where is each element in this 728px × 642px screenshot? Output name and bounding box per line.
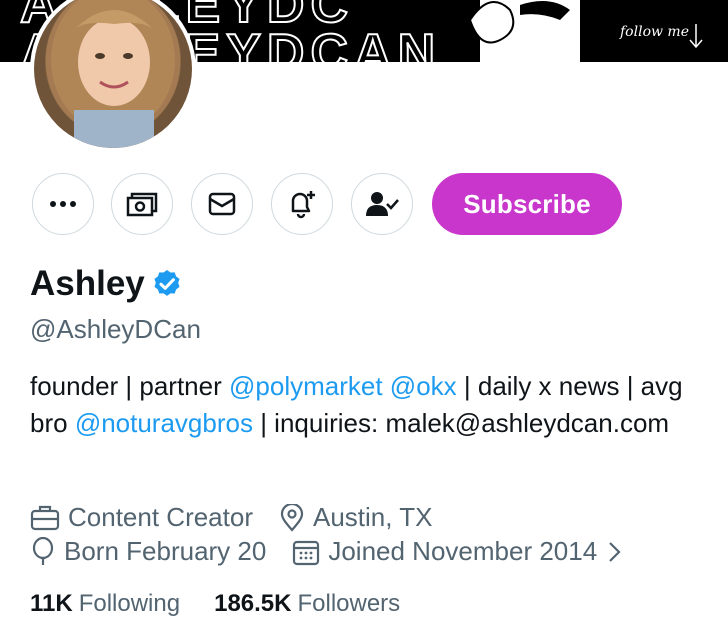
tip-button[interactable] — [111, 173, 173, 235]
followers-count: 186.5K — [214, 590, 292, 617]
meta-location: Austin, TX — [279, 502, 432, 533]
person-check-icon — [366, 192, 399, 216]
mention-link[interactable]: @polymarket — [229, 371, 383, 401]
location-pin-icon — [280, 503, 304, 532]
chevron-right-icon — [609, 541, 621, 562]
subscribe-button[interactable]: Subscribe — [432, 173, 622, 235]
meta-birthday: Born February 20 — [30, 536, 266, 567]
profile-handle: @AshleyDCan — [30, 314, 201, 344]
message-button[interactable] — [191, 173, 253, 235]
birthday-text: Born February 20 — [64, 536, 267, 566]
meta-joined[interactable]: Joined November 2014 — [292, 536, 631, 567]
profile-bio: founder | partner @polymarket @okx | dai… — [30, 368, 710, 442]
bio-text — [383, 371, 390, 401]
more-icon — [50, 201, 76, 207]
avatar-image — [34, 0, 192, 148]
followers-link[interactable]: 186.5K Followers — [214, 590, 400, 618]
profile-name-row: Ashley — [30, 264, 183, 304]
avatar[interactable] — [30, 0, 196, 152]
followers-label: Followers — [297, 590, 401, 617]
following-count: 11K — [30, 590, 73, 617]
arrow-down-icon — [689, 24, 703, 49]
following-label: Following — [78, 590, 181, 617]
profile-meta-row: Born February 20 Joined November 2014 — [30, 536, 631, 567]
profile-stats: 11K Following 186.5K Followers — [30, 590, 400, 618]
money-icon — [126, 192, 158, 217]
profile-meta-row: Content Creator Austin, TX — [30, 502, 432, 533]
location-text: Austin, TX — [312, 502, 433, 532]
mention-link[interactable]: @okx — [390, 371, 457, 401]
balloon-icon — [32, 536, 54, 565]
meta-category: Content Creator — [30, 502, 253, 533]
verified-badge-icon[interactable] — [151, 268, 183, 300]
bio-text: founder | partner — [30, 371, 229, 401]
profile-actions: Subscribe — [0, 173, 728, 237]
profile-name: Ashley — [30, 264, 145, 303]
mention-link[interactable]: @noturavgbros — [75, 408, 253, 438]
following-link[interactable]: 11K Following — [30, 590, 180, 618]
bio-text: | inquiries: malek@ashleydcan.com — [252, 408, 670, 438]
banner-follow-text: follow me — [620, 24, 689, 40]
notify-button[interactable] — [271, 173, 333, 235]
mail-icon — [208, 192, 236, 216]
briefcase-icon — [30, 505, 60, 530]
category-text: Content Creator — [68, 502, 253, 532]
following-button[interactable] — [351, 173, 413, 235]
calendar-icon — [293, 540, 320, 565]
joined-text: Joined November 2014 — [328, 536, 598, 566]
more-button[interactable] — [32, 173, 94, 235]
bell-plus-icon — [291, 191, 315, 219]
